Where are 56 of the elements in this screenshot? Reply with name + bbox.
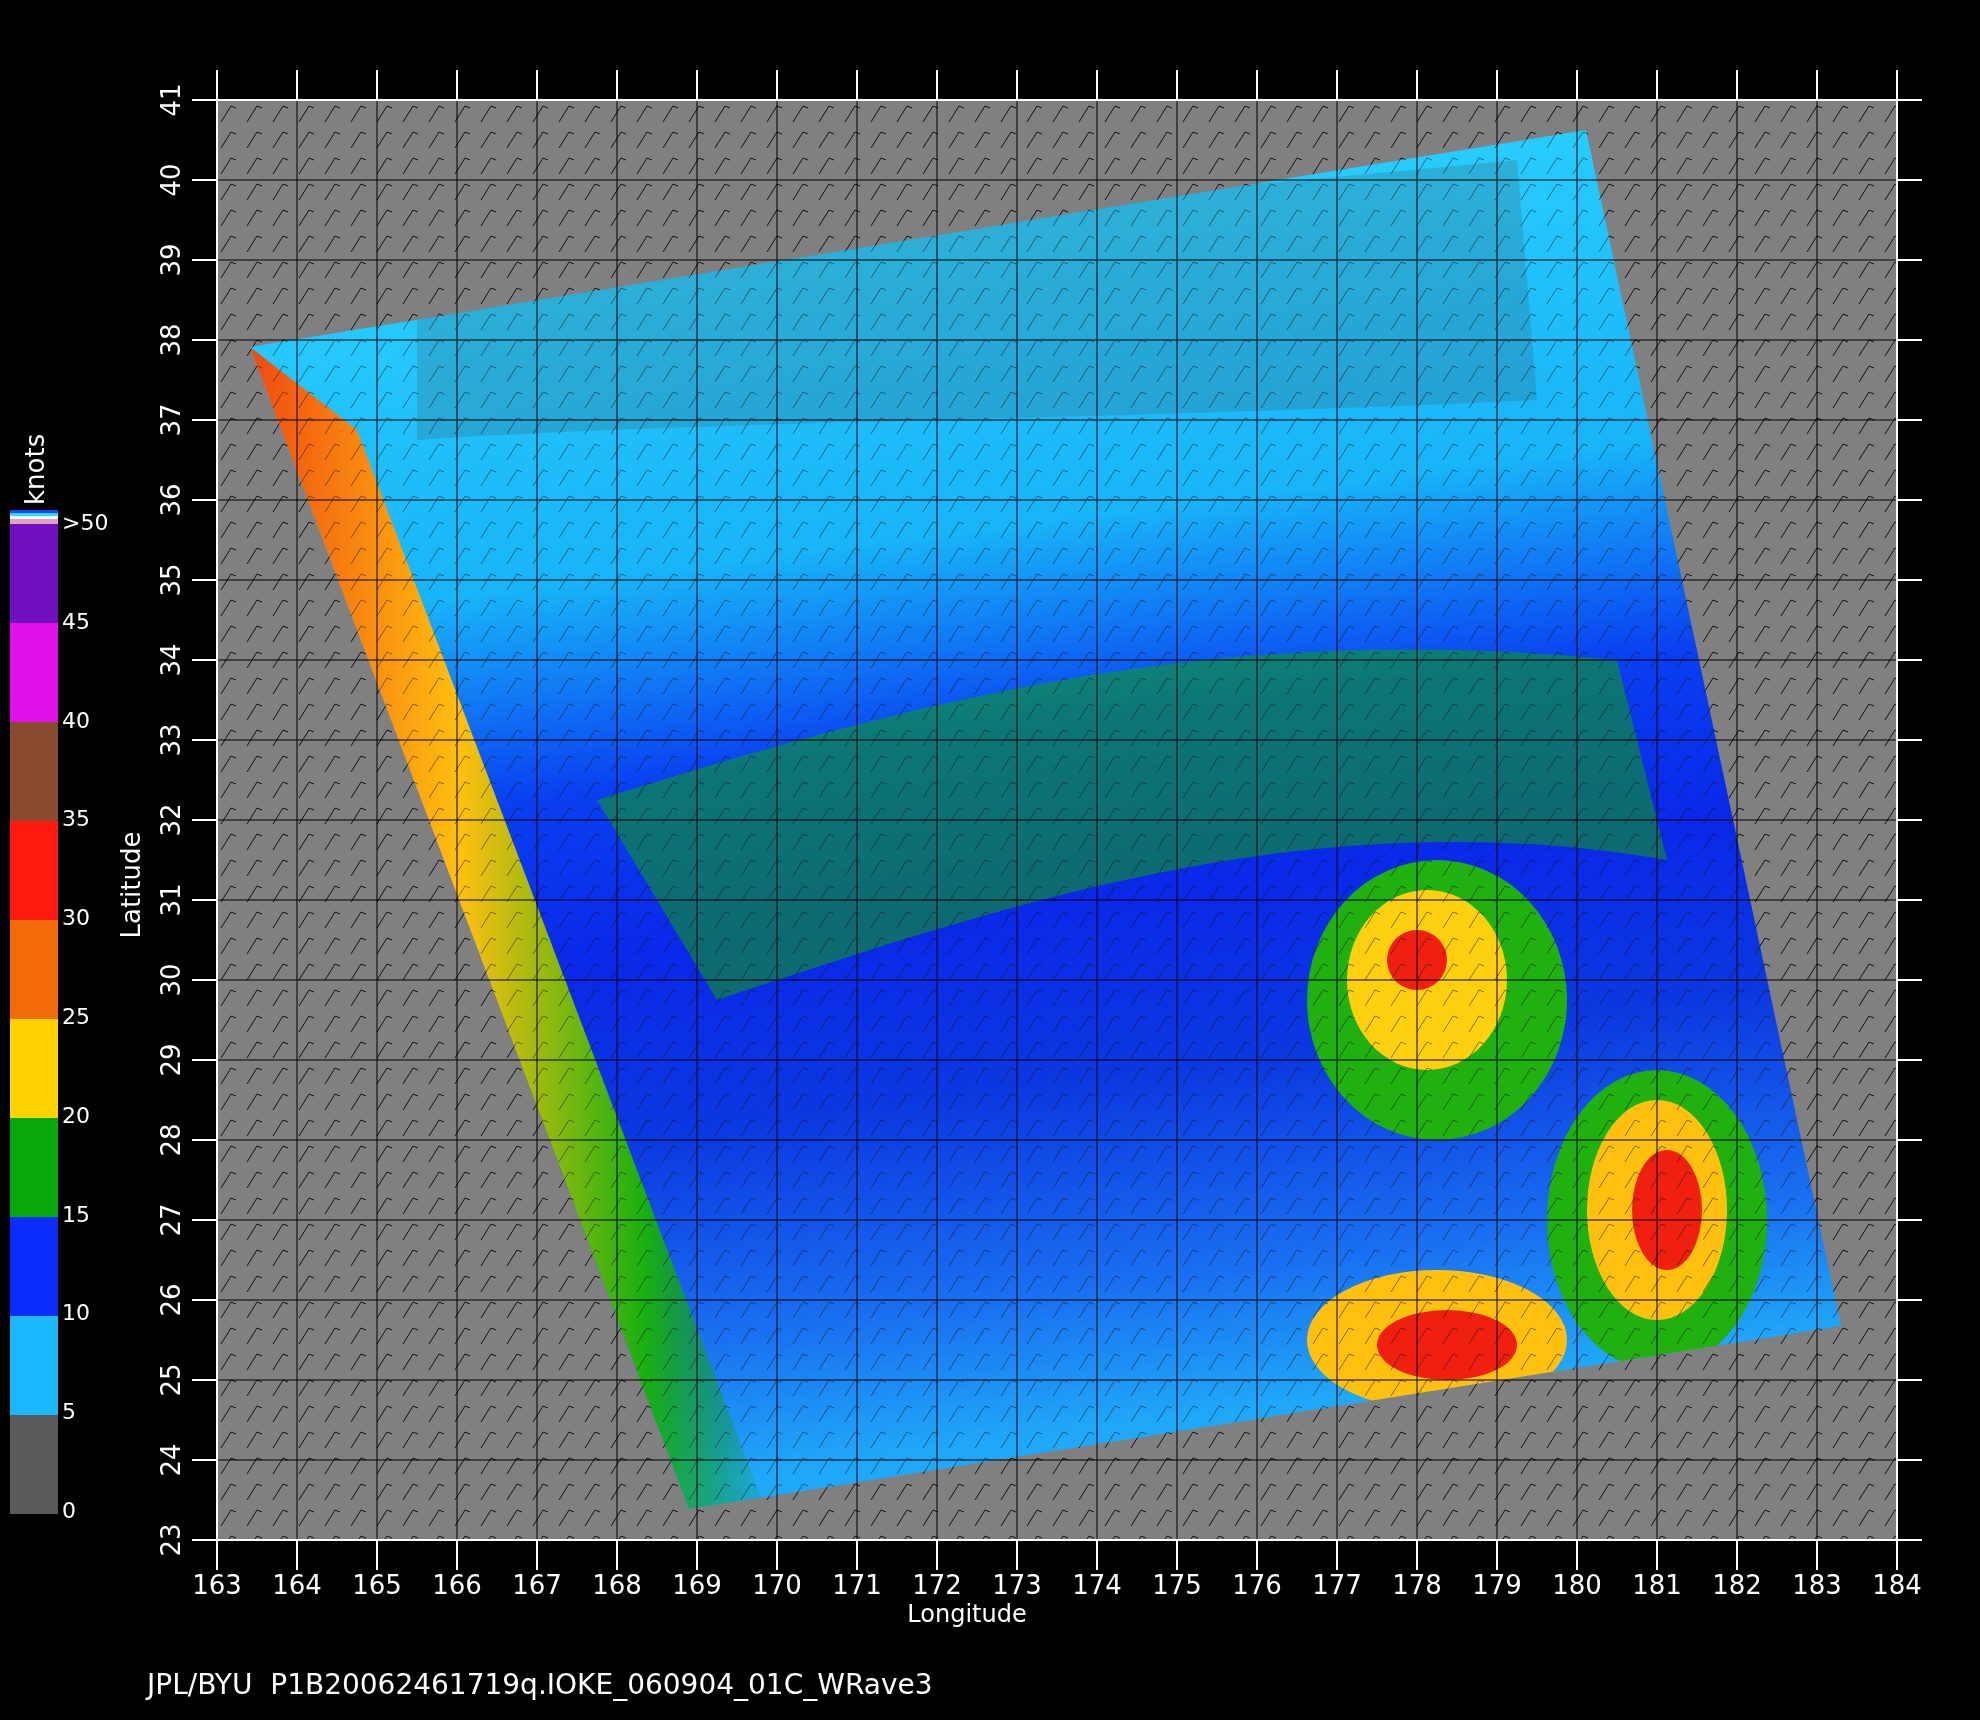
x-tick-label: 164 xyxy=(271,1570,323,1600)
y-tick-label: 41 xyxy=(155,82,187,119)
footer-caption: JPL/BYU P1B20062461719q.IOKE_060904_01C_WRave3 xyxy=(144,1668,934,1701)
y-tick-label: 30 xyxy=(155,962,187,999)
x-tick-label: 177 xyxy=(1311,1570,1363,1600)
y-tick-label: 37 xyxy=(155,402,187,439)
x-tick-label: 178 xyxy=(1391,1570,1443,1600)
colorbar-label: 25 xyxy=(62,1004,91,1030)
x-tick-label: 169 xyxy=(671,1570,723,1600)
colorbar-label: 10 xyxy=(62,1300,91,1327)
colorbar-label: 40 xyxy=(62,707,91,734)
y-tick-label: 34 xyxy=(155,642,187,679)
y-tick-label: 36 xyxy=(155,482,187,519)
x-tick-label: 166 xyxy=(431,1570,483,1600)
colorbar-label: 20 xyxy=(62,1102,91,1129)
x-tick-label: 176 xyxy=(1231,1570,1283,1600)
x-tick-label: 174 xyxy=(1071,1570,1123,1600)
x-tick-label: 182 xyxy=(1711,1570,1763,1600)
colorbar-unit: knots xyxy=(19,435,51,505)
colorbar-label: >50 xyxy=(62,510,109,536)
y-tick-label: 28 xyxy=(155,1122,187,1159)
y-tick-label: 27 xyxy=(155,1202,187,1239)
y-tick-label: 25 xyxy=(155,1362,187,1399)
y-axis-title: Latitude xyxy=(115,831,145,939)
y-tick-label: 24 xyxy=(155,1442,187,1479)
x-tick-label: 184 xyxy=(1871,1570,1923,1600)
colorbar-label: 45 xyxy=(62,608,91,635)
y-tick-label: 40 xyxy=(155,162,187,199)
x-tick-label: 183 xyxy=(1791,1570,1843,1600)
y-tick-label: 29 xyxy=(155,1042,187,1079)
colorbar-label: 15 xyxy=(62,1201,91,1228)
x-tick-label: 163 xyxy=(191,1570,243,1600)
x-tick-label: 171 xyxy=(831,1570,883,1600)
x-tick-label: 173 xyxy=(991,1570,1043,1600)
x-tick-label: 179 xyxy=(1471,1570,1523,1600)
y-tick-label: 39 xyxy=(155,242,187,279)
x-tick-label: 175 xyxy=(1151,1570,1203,1600)
colorbar-label: 35 xyxy=(62,806,91,833)
x-tick-label: 168 xyxy=(591,1570,643,1600)
x-tick-label: 180 xyxy=(1551,1570,1603,1600)
x-tick-label: 181 xyxy=(1631,1570,1683,1600)
y-tick-label: 31 xyxy=(155,882,187,919)
x-tick-label: 172 xyxy=(911,1570,963,1600)
y-tick-label: 32 xyxy=(155,802,187,839)
y-tick-label: 23 xyxy=(155,1522,187,1559)
x-tick-label: 165 xyxy=(351,1570,403,1600)
y-tick-label: 33 xyxy=(155,722,187,759)
colorbar-label: 5 xyxy=(62,1399,77,1426)
y-tick-label: 26 xyxy=(155,1282,187,1319)
colorbar-label: 0 xyxy=(62,1497,77,1524)
x-axis-title: Longitude xyxy=(907,1600,1027,1628)
y-tick-label: 35 xyxy=(155,562,187,599)
x-tick-label: 167 xyxy=(511,1570,563,1600)
x-tick-label: 170 xyxy=(751,1570,803,1600)
y-tick-label: 38 xyxy=(155,322,187,359)
colorbar-label: 30 xyxy=(62,905,91,932)
